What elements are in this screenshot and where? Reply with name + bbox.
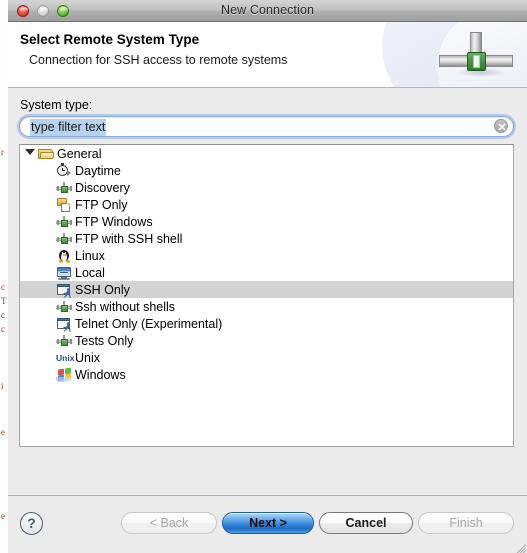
terminal-window-icon: [56, 316, 72, 332]
help-icon[interactable]: ?: [20, 512, 43, 535]
tree-item-general[interactable]: General: [20, 145, 513, 162]
tree-item-linux[interactable]: Linux: [20, 247, 513, 264]
tree-item-label: General: [57, 146, 102, 161]
filter-field-wrapper[interactable]: type filter text: [19, 116, 514, 137]
wizard-header: Select Remote System Type Connection for…: [8, 22, 527, 88]
next-button[interactable]: Next >: [222, 512, 314, 534]
tree-item-label: Daytime: [75, 163, 121, 178]
tree-item-label: FTP Only: [75, 197, 128, 212]
folder-icon: [38, 146, 55, 162]
triangle-down-icon[interactable]: [25, 149, 35, 155]
tree-item-label: FTP Windows: [75, 214, 153, 229]
monitor-icon: [56, 265, 72, 281]
clear-icon[interactable]: [494, 119, 508, 133]
tree-item-label: Linux: [75, 248, 105, 263]
node-icon: [56, 180, 72, 196]
network-connection-icon: [437, 30, 515, 82]
tree-item-telnet-only[interactable]: Telnet Only (Experimental): [20, 315, 513, 332]
tree-item-label: SSH Only: [75, 282, 130, 297]
ftp-folder-icon: [56, 197, 72, 213]
system-type-label: System type:: [20, 98, 93, 112]
tree-item-ssh-without-shells[interactable]: Ssh without shells: [20, 298, 513, 315]
resize-grip[interactable]: [511, 538, 526, 553]
tree-item-ftp-windows[interactable]: FTP Windows: [20, 213, 513, 230]
tree-item-label: Local: [75, 265, 105, 280]
tree-item-label: FTP with SSH shell: [75, 231, 183, 246]
tree-item-label: Windows: [75, 367, 126, 382]
finish-button[interactable]: Finish: [418, 512, 514, 534]
search-input[interactable]: type filter text: [19, 116, 514, 137]
clock-icon: [56, 162, 72, 179]
wizard-content: System type: type filter text General Da…: [8, 88, 527, 495]
tree-item-local[interactable]: Local: [20, 264, 513, 281]
node-icon: [56, 231, 72, 247]
tree-item-unix[interactable]: Unix Unix: [20, 349, 513, 366]
tree-item-label: Telnet Only (Experimental): [75, 316, 223, 331]
back-button[interactable]: < Back: [121, 512, 217, 534]
tree-item-tests-only[interactable]: Tests Only: [20, 332, 513, 349]
page-subtitle: Connection for SSH access to remote syst…: [29, 53, 288, 67]
unix-text-icon: Unix: [56, 352, 75, 363]
window-title: New Connection: [220, 3, 315, 17]
linux-penguin-icon: [56, 248, 72, 264]
node-icon: [56, 214, 72, 230]
tree-item-label: Tests Only: [75, 333, 134, 348]
terminal-window-icon: [56, 282, 72, 298]
node-icon: [56, 299, 72, 315]
page-title: Select Remote System Type: [20, 32, 200, 47]
tree-item-ssh-only[interactable]: SSH Only: [20, 281, 513, 298]
node-icon: [56, 333, 72, 349]
new-connection-dialog: New Connection Select Remote System Type…: [8, 0, 527, 553]
tree-item-discovery[interactable]: Discovery: [20, 179, 513, 196]
filter-input-value: type filter text: [30, 119, 107, 136]
tree-item-label: Ssh without shells: [75, 299, 176, 314]
tree-item-ftp-only[interactable]: FTP Only: [20, 196, 513, 213]
dialog-footer: ? < Back Next > Cancel Finish: [8, 495, 527, 553]
tree-item-daytime[interactable]: Daytime: [20, 162, 513, 179]
cancel-button[interactable]: Cancel: [319, 512, 413, 534]
tree-item-label: Discovery: [75, 180, 130, 195]
tree-item-ftp-with-ssh-shell[interactable]: FTP with SSH shell: [20, 230, 513, 247]
windows-flag-icon: [56, 367, 72, 383]
window-titlebar[interactable]: New Connection: [8, 0, 527, 22]
tree-item-label: Unix: [75, 350, 101, 365]
tree-item-windows[interactable]: Windows: [20, 366, 513, 383]
system-type-tree[interactable]: General Daytime Discovery FTP Only FTP W…: [19, 144, 514, 447]
